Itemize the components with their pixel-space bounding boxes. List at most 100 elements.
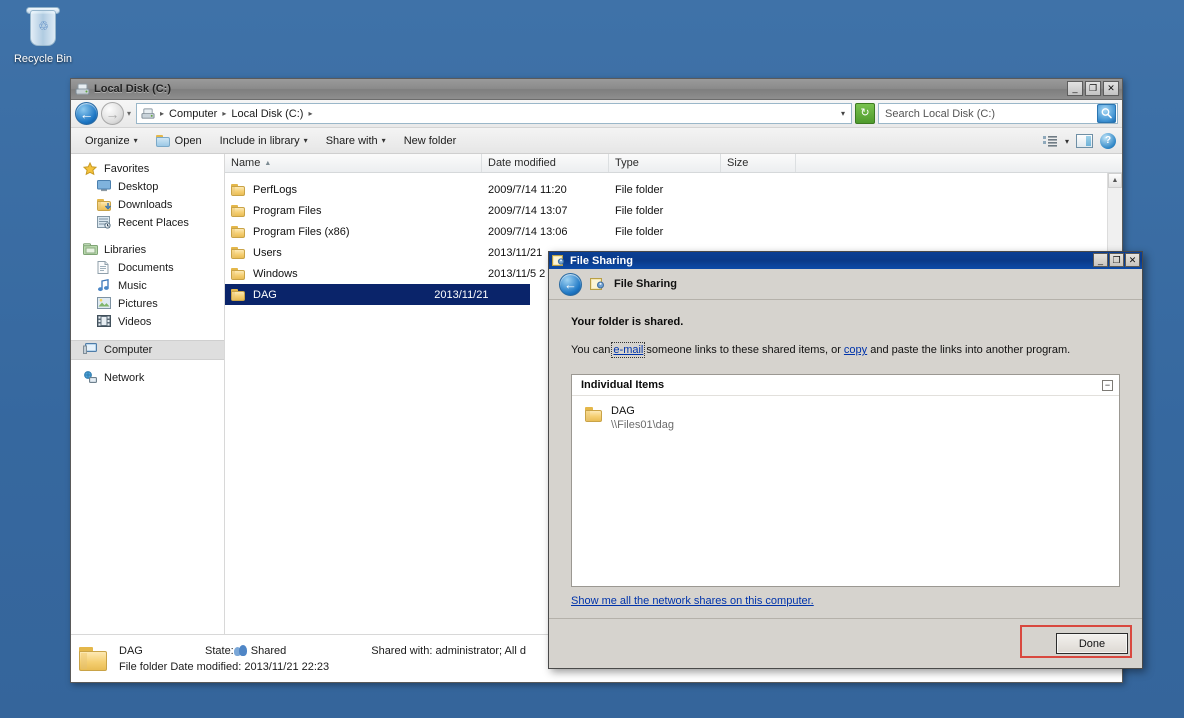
- toolbar-share-with[interactable]: Share with ▾: [318, 131, 394, 151]
- desktop-icon-recycle-bin[interactable]: ♲ Recycle Bin: [10, 6, 76, 66]
- breadcrumb-computer[interactable]: Computer: [167, 107, 219, 121]
- sidebar-item-libraries[interactable]: Libraries: [71, 241, 224, 259]
- file-name: Windows: [253, 267, 298, 280]
- chevron-down-icon: ▾: [303, 136, 308, 145]
- done-button[interactable]: Done: [1056, 633, 1128, 654]
- maximize-button[interactable]: ❐: [1109, 253, 1124, 267]
- refresh-button[interactable]: ↻: [855, 103, 875, 124]
- sidebar-item-music[interactable]: Music: [71, 277, 224, 295]
- sidebar-item-network[interactable]: Network: [71, 369, 224, 387]
- email-link[interactable]: e-mail: [611, 342, 646, 358]
- copy-link[interactable]: copy: [844, 344, 867, 356]
- file-sharing-header-icon: [590, 277, 606, 291]
- help-icon[interactable]: ?: [1100, 133, 1116, 149]
- maximize-button[interactable]: ❐: [1085, 81, 1101, 96]
- close-button[interactable]: ✕: [1103, 81, 1119, 96]
- shared-item-name: DAG: [611, 405, 635, 417]
- explorer-window-title: Local Disk (C:): [94, 83, 172, 95]
- folder-icon: [231, 204, 247, 218]
- navigation-pane: Favorites Desktop Downloads Recent Place…: [71, 154, 225, 634]
- file-sharing-window-title: File Sharing: [570, 254, 633, 267]
- address-bar[interactable]: ▸ Computer ▸ Local Disk (C:) ▸ ▾: [136, 103, 852, 124]
- desktop-background: ♲ Recycle Bin Local Disk (C:) _ ❐ ✕ ← → …: [0, 0, 1184, 718]
- sidebar-item-label: Music: [118, 280, 147, 292]
- status-line-1: DAG State: Shared Shared with: administr…: [119, 643, 526, 659]
- minimize-button[interactable]: _: [1093, 253, 1108, 267]
- breadcrumb-separator-2[interactable]: ▸: [307, 109, 313, 118]
- sidebar-item-documents[interactable]: Documents: [71, 259, 224, 277]
- minimize-button[interactable]: _: [1067, 81, 1083, 96]
- folder-icon: [231, 225, 247, 239]
- forward-button[interactable]: →: [101, 102, 124, 125]
- table-row[interactable]: PerfLogs 2009/7/14 11:20 File folder: [225, 179, 1122, 200]
- network-shares-link-row: Show me all the network shares on this c…: [571, 587, 1120, 607]
- file-sharing-titlebar[interactable]: File Sharing _ ❐ ✕: [549, 252, 1142, 269]
- breadcrumb-local-disk-c[interactable]: Local Disk (C:): [229, 107, 305, 121]
- sidebar-item-downloads[interactable]: Downloads: [71, 196, 224, 214]
- toolbar-new-folder[interactable]: New folder: [396, 131, 465, 151]
- file-date-modified: 2013/11/21: [434, 288, 489, 301]
- description-middle: someone links to these shared items, or: [643, 344, 844, 356]
- toolbar-include-in-library-label: Include in library: [219, 134, 300, 147]
- column-header-size[interactable]: Size: [721, 154, 796, 172]
- status-folder-icon: [79, 645, 109, 673]
- explorer-titlebar[interactable]: Local Disk (C:) _ ❐ ✕: [71, 79, 1122, 100]
- search-icon[interactable]: [1097, 104, 1116, 123]
- table-row[interactable]: Program Files (x86) 2009/7/14 13:06 File…: [225, 221, 1122, 242]
- column-header-type[interactable]: Type: [609, 154, 721, 172]
- status-badge: Shared: [250, 644, 287, 657]
- explorer-window-controls: _ ❐ ✕: [1067, 81, 1119, 96]
- status-shared-with-label: Shared with:: [371, 644, 433, 657]
- back-button[interactable]: ←: [75, 102, 98, 125]
- sidebar-item-videos[interactable]: Videos: [71, 313, 224, 331]
- toolbar-organize-label: Organize: [85, 134, 130, 147]
- search-box[interactable]: [878, 103, 1118, 124]
- description-prefix: You can: [571, 344, 614, 356]
- show-network-shares-link[interactable]: Show me all the network shares on this c…: [571, 595, 814, 607]
- toolbar-open[interactable]: Open: [148, 130, 210, 151]
- sidebar-item-favorites[interactable]: Favorites: [71, 160, 224, 178]
- address-history-caret-icon[interactable]: ▾: [841, 109, 849, 118]
- file-sharing-window-controls: _ ❐ ✕: [1093, 253, 1140, 267]
- star-icon: [82, 161, 99, 176]
- breadcrumb-separator-1[interactable]: ▸: [221, 109, 227, 118]
- file-sharing-icon: [552, 254, 566, 267]
- toolbar-right-group: ▾ ?: [1042, 128, 1116, 154]
- sidebar-item-desktop[interactable]: Desktop: [71, 178, 224, 196]
- close-button[interactable]: ✕: [1125, 253, 1140, 267]
- view-chevron-down-icon[interactable]: ▾: [1065, 137, 1069, 146]
- toolbar-include-in-library[interactable]: Include in library ▾: [212, 131, 316, 151]
- status-shared-with-value: administrator; All d: [435, 644, 526, 657]
- table-row[interactable]: Program Files 2009/7/14 13:07 File folde…: [225, 200, 1122, 221]
- file-sharing-footer: Done: [549, 618, 1142, 668]
- folder-icon: [585, 406, 603, 424]
- sidebar-item-computer[interactable]: Computer: [71, 340, 224, 360]
- sidebar-item-label: Desktop: [118, 181, 159, 193]
- preview-pane-icon[interactable]: [1076, 134, 1093, 148]
- column-header-label: Name: [231, 157, 261, 169]
- list-item[interactable]: DAG \\Files01\dag: [572, 396, 1119, 432]
- search-input[interactable]: [883, 106, 1097, 121]
- table-row[interactable]: DAG 2013/11/21: [225, 284, 530, 305]
- change-view-icon[interactable]: [1042, 135, 1058, 148]
- column-header-label: Size: [727, 157, 749, 169]
- back-button[interactable]: ←: [559, 272, 582, 296]
- toolbar-new-folder-label: New folder: [403, 134, 457, 147]
- sidebar-item-pictures[interactable]: Pictures: [71, 295, 224, 313]
- file-name: DAG: [253, 288, 277, 301]
- recent-pages-dropdown-icon[interactable]: ▾: [127, 109, 131, 118]
- file-list-header: Name ▲ Date modified Type Size: [225, 154, 1122, 173]
- folder-open-icon: [155, 134, 171, 147]
- toolbar-organize[interactable]: Organize ▾: [77, 131, 146, 151]
- breadcrumb-separator-0[interactable]: ▸: [159, 109, 165, 118]
- status-item-name: DAG: [119, 644, 143, 657]
- sidebar-item-label: Network: [104, 372, 145, 384]
- column-header-name[interactable]: Name ▲: [225, 154, 482, 172]
- scroll-up-button[interactable]: ▲: [1108, 173, 1122, 188]
- column-header-date-modified[interactable]: Date modified: [482, 154, 609, 172]
- collapse-icon[interactable]: −: [1102, 379, 1113, 391]
- sidebar-item-label: Libraries: [104, 244, 147, 256]
- sidebar-item-recent-places[interactable]: Recent Places: [71, 214, 224, 232]
- file-date-modified: 2009/7/14 11:20: [488, 183, 567, 196]
- status-state-label: State:: [205, 644, 234, 657]
